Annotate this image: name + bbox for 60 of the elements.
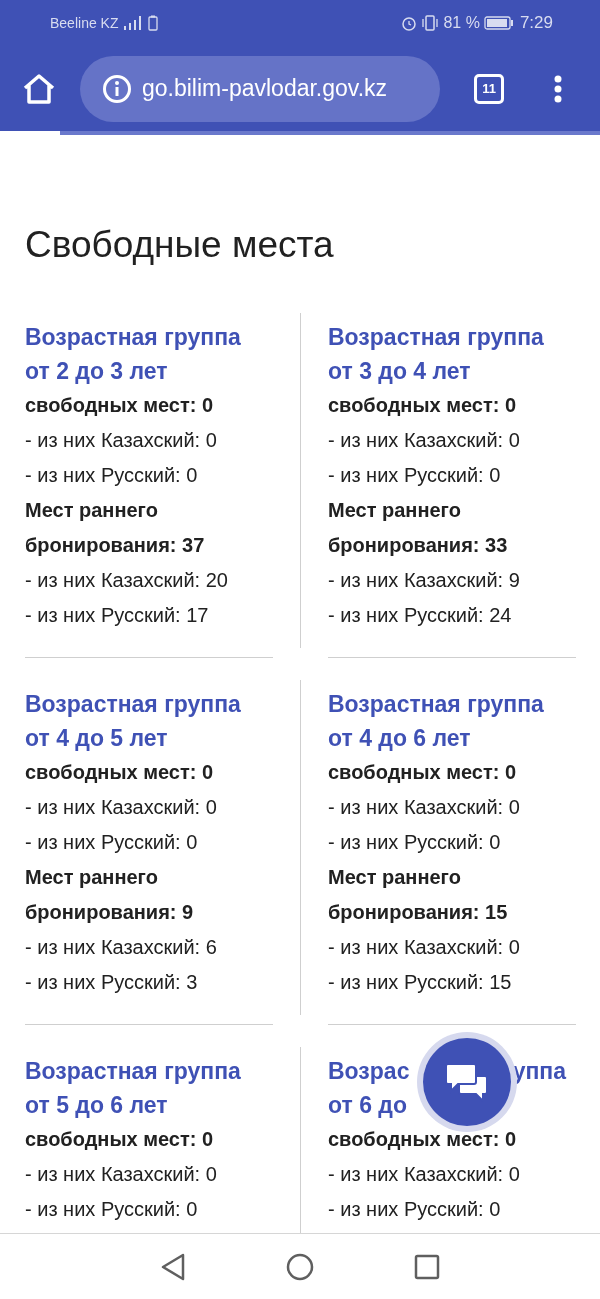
back-icon[interactable]: [160, 1252, 186, 1281]
address-bar[interactable]: go.bilim-pavlodar.gov.kz: [80, 55, 440, 122]
free-places-label: свободных мест: 0: [328, 760, 518, 785]
battery-icon: [483, 16, 514, 30]
language-count: - из них Казахский: 0: [328, 795, 521, 820]
language-count: - из них Русский: 0: [328, 463, 502, 488]
group-title: Возрастная группа: [25, 323, 241, 352]
language-count: - из них Казахский: 0: [328, 428, 521, 453]
language-count: - из них Казахский: 0: [25, 428, 218, 453]
free-places-label: свободных мест: 0: [25, 1127, 215, 1152]
language-count: - из них Русский: 0: [25, 463, 199, 488]
language-count: - из них Русский: 15: [328, 970, 513, 995]
group-title: от 4 до 6 лет: [328, 724, 471, 753]
recents-icon[interactable]: [414, 1253, 440, 1280]
language-count: - из них Казахский: 6: [25, 935, 218, 960]
language-count: - из них Казахский: 9: [328, 568, 521, 593]
free-places-label: свободных мест: 0: [328, 1127, 518, 1152]
alarm-icon: [401, 15, 418, 31]
clock-time: 7:29: [519, 12, 553, 35]
group-title: Возрастная группа: [25, 1057, 241, 1086]
group-title: от 6 до: [328, 1091, 407, 1120]
language-count: - из них Русский: 3: [25, 970, 199, 995]
free-places-label: свободных мест: 0: [328, 393, 518, 418]
group-title: Возрастная группа: [25, 690, 241, 719]
vibrate-icon: [421, 15, 440, 31]
language-count: - из них Казахский: 0: [25, 795, 218, 820]
group-title: Возрастная группа: [328, 690, 544, 719]
carrier-name: Beeline KZ: [50, 13, 119, 33]
language-count: - из них Казахский: 0: [328, 1162, 521, 1187]
group-title: от 3 до 4 лет: [328, 357, 471, 386]
free-places-label: свободных мест: 0: [25, 760, 215, 785]
early-booking-label: Мест раннего бронирования: 33: [328, 498, 509, 558]
group-title: от 2 до 3 лет: [25, 357, 168, 386]
home-icon[interactable]: [286, 1252, 314, 1281]
early-booking-label: Мест раннего бронирования: 15: [328, 865, 509, 925]
group-title: от 4 до 5 лет: [25, 724, 168, 753]
more-icon[interactable]: [554, 74, 562, 103]
group-title: Возрастная группа: [328, 323, 544, 352]
language-count: - из них Казахский: 0: [328, 935, 521, 960]
url-text: go.bilim-pavlodar.gov.kz: [142, 74, 388, 104]
tab-count[interactable]: 11: [474, 73, 504, 104]
language-count: - из них Русский: 0: [25, 830, 199, 855]
chat-icon: [445, 1062, 489, 1102]
battery-percent: 81 %: [443, 13, 480, 33]
info-icon: [102, 73, 132, 104]
group-title: Возрас: [328, 1057, 410, 1086]
page-heading: Свободные места: [25, 223, 335, 267]
language-count: - из них Русский: 24: [328, 603, 513, 628]
language-count: - из них Казахский: 20: [25, 568, 229, 593]
battery-saver-icon: [148, 15, 159, 31]
language-count: - из них Русский: 0: [328, 830, 502, 855]
language-count: - из них Казахский: 0: [25, 1162, 218, 1187]
language-count: - из них Русский: 0: [25, 1197, 199, 1222]
group-title: уппа: [512, 1057, 566, 1086]
early-booking-label: Мест раннего бронирования: 9: [25, 865, 195, 925]
early-booking-label: Мест раннего бронирования: 37: [25, 498, 206, 558]
language-count: - из них Русский: 0: [328, 1197, 502, 1222]
free-places-label: свободных мест: 0: [25, 393, 215, 418]
group-title: от 5 до 6 лет: [25, 1091, 168, 1120]
language-count: - из них Русский: 17: [25, 603, 210, 628]
